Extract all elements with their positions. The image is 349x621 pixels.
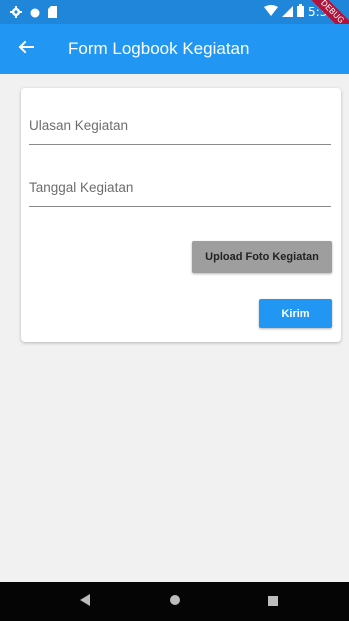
upload-foto-button[interactable]: Upload Foto Kegiatan [192,241,332,273]
arrow-left-icon [18,39,34,60]
nav-back-button[interactable] [77,594,93,610]
back-triangle-icon [80,593,90,611]
app-bar: Form Logbook Kegiatan [0,24,349,74]
circle-icon [30,3,40,22]
signal-icon [282,5,294,20]
sd-card-icon [48,3,57,22]
nav-recents-button[interactable] [265,594,281,610]
kirim-button[interactable]: Kirim [259,299,332,328]
tanggal-kegiatan-field[interactable]: Tanggal Kegiatan [29,172,331,207]
recents-square-icon [268,593,278,611]
status-left-icons [10,4,57,20]
ulasan-kegiatan-label: Ulasan Kegiatan [29,118,129,133]
screen: 5:34 DEBUG Form Logbook Kegiatan Ulasan … [0,0,349,621]
nav-bar [0,582,349,621]
form-card: Ulasan Kegiatan Tanggal Kegiatan Upload … [21,88,341,342]
back-button[interactable] [0,24,52,74]
nav-home-button[interactable] [167,594,183,610]
tanggal-kegiatan-label: Tanggal Kegiatan [29,180,134,195]
gear-icon [10,3,22,22]
ulasan-kegiatan-field[interactable]: Ulasan Kegiatan [29,110,331,145]
status-bar: 5:34 DEBUG [0,0,349,44]
battery-icon [297,4,305,20]
page-title: Form Logbook Kegiatan [68,39,250,58]
home-circle-icon [169,593,181,611]
wifi-icon [264,4,279,20]
